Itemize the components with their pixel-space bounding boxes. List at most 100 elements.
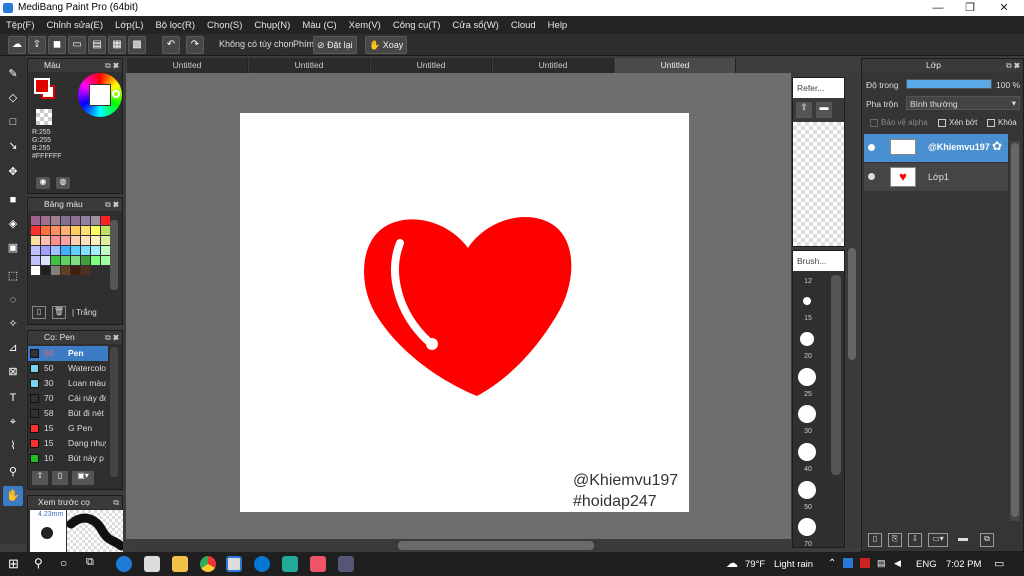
palette-swatch[interactable]	[61, 226, 70, 235]
menu-edit[interactable]: Chỉnh sửa(E)	[41, 20, 110, 31]
select-tool-icon[interactable]: ⬚	[3, 266, 23, 286]
chat-icon[interactable]: ◼	[48, 36, 66, 54]
brush-size-30[interactable]: 30	[796, 428, 820, 435]
brush-options-icon[interactable]: ▣▾	[72, 471, 94, 485]
menu-snap[interactable]: Chụp(N)	[248, 20, 296, 31]
new-brush-icon[interactable]: ▯	[52, 471, 68, 485]
brush-size-20[interactable]: 20	[796, 353, 820, 360]
palette-swatch[interactable]	[81, 246, 90, 255]
palette-swatch[interactable]	[81, 216, 90, 225]
cloud-icon[interactable]: ☁	[8, 36, 26, 54]
opacity-slider[interactable]	[906, 79, 992, 89]
close-button[interactable]: ✕	[984, 1, 1024, 15]
palette-swatch[interactable]	[31, 236, 40, 245]
brush-size-40[interactable]: 40	[796, 466, 820, 473]
reset-button[interactable]: ⊘ Đặt lại	[313, 36, 357, 54]
palette-swatch[interactable]	[61, 236, 70, 245]
brush-item[interactable]: 30 Loan màu	[28, 376, 108, 391]
menu-view[interactable]: Xem(V)	[343, 20, 387, 31]
brush-size-dot[interactable]	[800, 332, 814, 346]
rect-tool-icon[interactable]: □	[3, 112, 23, 132]
brush-size-dot[interactable]	[798, 518, 816, 536]
palette-swatch[interactable]	[101, 226, 110, 235]
brush-size-scrollbar[interactable]	[831, 275, 841, 475]
visibility-icon[interactable]	[868, 144, 875, 151]
select-eraser-icon[interactable]: ⊠	[3, 362, 23, 382]
new-swatch-icon[interactable]: ▯	[32, 306, 46, 319]
primary-color[interactable]	[34, 78, 50, 94]
move-tool-icon[interactable]: ✥	[3, 162, 23, 182]
menu-file[interactable]: Tệp(F)	[0, 20, 41, 31]
weather-temp[interactable]: 79°F	[745, 559, 765, 570]
gradient-tool-icon[interactable]: ▣	[3, 238, 23, 258]
palette-swatch[interactable]	[31, 216, 40, 225]
menu-select[interactable]: Chọn(S)	[201, 20, 248, 31]
brush-item[interactable]: 58 Bút đi nét	[28, 406, 108, 421]
brush-item[interactable]: 50 Watercolor	[28, 361, 108, 376]
blend-mode-select[interactable]: Bình thường ▾	[906, 96, 1020, 110]
palette-swatch[interactable]	[61, 256, 70, 265]
brush-size-dot[interactable]	[798, 443, 816, 461]
palette-swatch[interactable]	[31, 226, 40, 235]
skype-icon[interactable]	[254, 556, 270, 572]
palette-swatch[interactable]	[41, 246, 50, 255]
copy-layer-icon[interactable]: ⎘	[888, 533, 902, 547]
menu-cloud[interactable]: Cloud	[505, 20, 542, 31]
palette-swatch[interactable]	[61, 246, 70, 255]
palette-swatch[interactable]	[31, 266, 40, 275]
redo-icon[interactable]: ↷	[186, 36, 204, 54]
operation-tool-icon[interactable]: ⌖	[3, 412, 23, 432]
panel-controls-icon[interactable]: ⧉ ✖	[105, 59, 119, 72]
lasso-tool-icon[interactable]: ◌	[3, 290, 23, 310]
palette-swatch[interactable]	[101, 236, 110, 245]
task-view-icon[interactable]: ⧉	[86, 556, 102, 572]
palette-swatch[interactable]	[51, 266, 60, 275]
palette-swatch[interactable]	[51, 226, 60, 235]
chevron-up-icon[interactable]: ⌃	[828, 558, 836, 569]
horizontal-scrollbar[interactable]	[134, 539, 787, 551]
canvas-paper[interactable]	[240, 113, 689, 512]
right-dock-scroll-thumb[interactable]	[848, 248, 856, 360]
horizontal-scroll-thumb[interactable]	[398, 541, 594, 550]
tray-icon-1[interactable]	[843, 558, 853, 568]
app-icon-blue[interactable]	[338, 556, 354, 572]
palette-swatch[interactable]	[101, 256, 110, 265]
tab-2[interactable]: Untitled	[249, 58, 370, 73]
menu-color[interactable]: Màu (C)	[296, 20, 342, 31]
palette-swatch[interactable]	[101, 216, 110, 225]
network-icon[interactable]: ▤	[877, 558, 886, 569]
palette-swatch[interactable]	[81, 266, 90, 275]
clipping-checkbox[interactable]	[938, 119, 946, 127]
volume-icon[interactable]: ◀	[894, 558, 901, 569]
palette-swatch[interactable]	[71, 226, 80, 235]
brush-size-dot[interactable]	[798, 368, 816, 386]
palette-swatch[interactable]	[71, 266, 80, 275]
fill-rect-tool-icon[interactable]: ■	[3, 190, 23, 210]
color-square[interactable]	[89, 84, 111, 106]
folder-icon[interactable]: ▬	[956, 533, 970, 547]
palette-swatch[interactable]	[31, 256, 40, 265]
menu-tools[interactable]: Công cụ(T)	[387, 20, 447, 31]
store-icon[interactable]	[144, 556, 160, 572]
rotate-button[interactable]: ✋ Xoay	[365, 36, 408, 54]
hand-tool-icon[interactable]: ✋	[3, 486, 23, 506]
brush-size-15[interactable]: 15	[796, 315, 820, 322]
brush-item[interactable]: 50 Pen	[28, 346, 108, 361]
brush-size-70[interactable]: 70	[796, 541, 820, 548]
eraser-tool-icon[interactable]: ◇	[3, 88, 23, 108]
palette-swatch[interactable]	[81, 226, 90, 235]
palette-swatch[interactable]	[51, 216, 60, 225]
select-pen-icon[interactable]: ⊿	[3, 338, 23, 358]
palette-swatch[interactable]	[81, 236, 90, 245]
palette-swatch[interactable]	[81, 256, 90, 265]
tab-3[interactable]: Untitled	[371, 58, 492, 73]
undo-icon[interactable]: ↶	[162, 36, 180, 54]
brush-item[interactable]: 10 Bút này p	[28, 451, 108, 466]
picker-icon[interactable]: ◍	[56, 177, 70, 189]
app-icon-green[interactable]	[282, 556, 298, 572]
palette-swatch[interactable]	[71, 256, 80, 265]
color-wheel[interactable]	[78, 73, 122, 117]
palette-swatch[interactable]	[41, 256, 50, 265]
palette-swatch[interactable]	[31, 246, 40, 255]
language-indicator[interactable]: ENG	[916, 559, 937, 570]
